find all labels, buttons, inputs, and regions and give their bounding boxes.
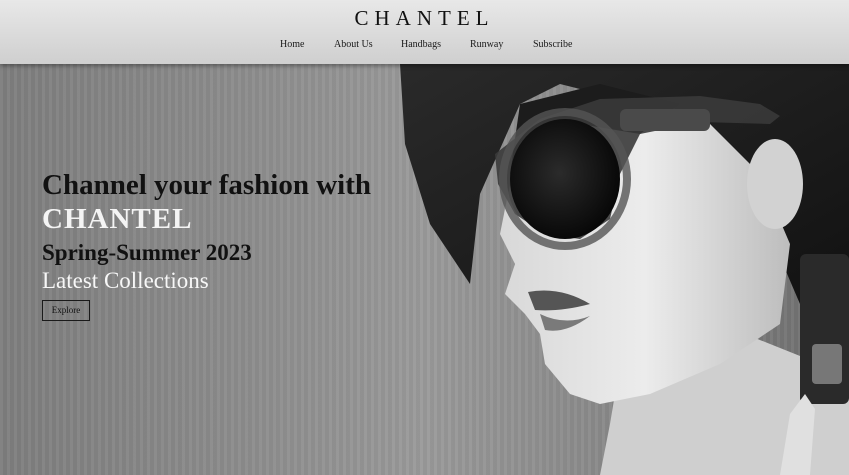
main-nav: Home About Us Handbags Runway Subscribe: [0, 39, 849, 53]
hero-season: Spring-Summer 2023: [42, 240, 252, 265]
hero-banner: Channel your fashion with CHANTEL Spring…: [0, 64, 849, 475]
brand-logo[interactable]: CHANTEL: [0, 6, 849, 31]
nav-subscribe[interactable]: Subscribe: [533, 39, 572, 50]
nav-home[interactable]: Home: [280, 39, 304, 50]
hero-brand: CHANTEL: [42, 203, 193, 235]
nav-runway[interactable]: Runway: [470, 39, 503, 50]
nav-about-us[interactable]: About Us: [334, 39, 373, 50]
hero-subtitle: Latest Collections: [42, 268, 209, 293]
explore-button[interactable]: Explore: [42, 300, 90, 321]
site-header: CHANTEL Home About Us Handbags Runway Su…: [0, 0, 849, 64]
hero-headline: Channel your fashion with: [42, 169, 372, 201]
nav-handbags[interactable]: Handbags: [401, 39, 441, 50]
